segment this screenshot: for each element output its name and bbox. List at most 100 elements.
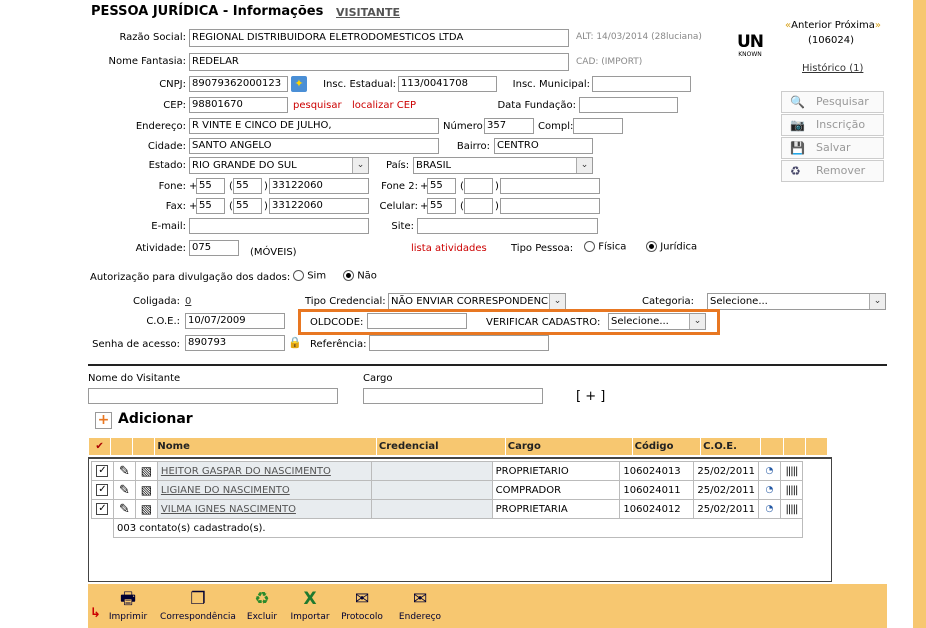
visitor-cargo-field[interactable] (363, 388, 543, 404)
history-link[interactable]: Histórico (1) (802, 63, 863, 74)
fone2-ddd-field[interactable] (464, 178, 493, 194)
next-link[interactable]: Próxima (835, 20, 875, 31)
contact-name-link[interactable]: LIGIANE DO NASCIMENTO (161, 485, 290, 496)
endereco-field[interactable]: R VINTE E CINCO DE JULHO, (189, 118, 439, 134)
barcode-icon[interactable]: ||||| (779, 461, 804, 481)
cel-number-field[interactable] (500, 198, 600, 214)
pencil-icon[interactable]: ✎ (112, 461, 136, 481)
row-nome[interactable]: HEITOR GASPAR DO NASCIMENTO (156, 461, 373, 481)
cnpj-field[interactable]: 89079362000123 (189, 76, 288, 92)
tipo-fisica-option[interactable]: Física (584, 241, 626, 253)
table-row[interactable]: ✓ ✎ ▧ LIGIANE DO NASCIMENTO COMPRADOR 10… (91, 480, 804, 500)
radio-juridica[interactable] (646, 241, 657, 252)
coe-field[interactable]: 10/07/2009 (185, 313, 285, 329)
autorizacao-sim-option[interactable]: Sim (293, 270, 326, 282)
endereco-button[interactable]: ✉ Endereço (396, 588, 444, 622)
checkbox-checked-icon[interactable]: ✓ (96, 503, 109, 515)
importar-button[interactable]: X Importar (288, 588, 332, 622)
pesquisar-button[interactable]: 🔍 Pesquisar (781, 91, 884, 113)
radio-fisica[interactable] (584, 241, 595, 252)
fone-ddi-field[interactable]: 55 (196, 178, 225, 194)
add-icon[interactable]: + (95, 412, 112, 429)
row-checkbox[interactable]: ✓ (91, 499, 114, 519)
visitor-tab-link[interactable]: VISITANTE (336, 6, 400, 19)
questionnaire-icon[interactable]: ◔ (757, 499, 781, 519)
barcode-icon[interactable]: ||||| (779, 499, 804, 519)
row-checkbox[interactable]: ✓ (91, 461, 114, 481)
atividade-field[interactable]: 075 (189, 240, 239, 256)
numero-field[interactable]: 357 (484, 118, 534, 134)
protocolo-button[interactable]: ✉ Protocolo (338, 588, 386, 622)
document-icon[interactable]: ▧ (134, 499, 158, 519)
insc-municipal-field[interactable] (592, 76, 691, 92)
salvar-button[interactable]: 💾 Salvar (781, 137, 884, 159)
radio-nao[interactable] (343, 270, 354, 281)
senha-field[interactable]: 890793 (185, 335, 285, 351)
correspondencia-button[interactable]: ❐ Correspondência (160, 588, 236, 622)
cep-search-link[interactable]: pesquisar (293, 100, 342, 111)
col-codigo[interactable]: Código (631, 437, 702, 456)
fone-ddd-field[interactable]: 55 (233, 178, 262, 194)
document-icon[interactable]: ▧ (134, 480, 158, 500)
site-field[interactable] (417, 218, 598, 234)
fone2-ddi-field[interactable]: 55 (427, 178, 456, 194)
autorizacao-nao-option[interactable]: Não (343, 270, 377, 282)
fax-number-field[interactable]: 33122060 (269, 198, 369, 214)
add-more-button[interactable]: [ + ] (576, 389, 605, 404)
questionnaire-icon[interactable]: ◔ (757, 461, 781, 481)
lista-atividades-link[interactable]: lista atividades (411, 243, 487, 254)
insc-estadual-field[interactable]: 113/0041708 (398, 76, 497, 92)
fax-ddi-field[interactable]: 55 (196, 198, 225, 214)
visitor-name-field[interactable] (88, 388, 338, 404)
table-row[interactable]: ✓ ✎ ▧ VILMA IGNES NASCIMENTO PROPRIETARI… (91, 499, 804, 519)
fone2-number-field[interactable] (500, 178, 600, 194)
pencil-icon[interactable]: ✎ (112, 499, 136, 519)
row-nome[interactable]: VILMA IGNES NASCIMENTO (156, 499, 373, 519)
razao-social-field[interactable]: REGIONAL DISTRIBUIDORA ELETRODOMESTICOS … (189, 29, 569, 47)
checkbox-checked-icon[interactable]: ✓ (96, 465, 109, 477)
pais-select[interactable]: BRASIL ⌄ (413, 157, 593, 174)
data-fundacao-field[interactable] (579, 97, 678, 113)
pencil-icon[interactable]: ✎ (112, 480, 136, 500)
cel-ddd-field[interactable] (464, 198, 493, 214)
verificar-cadastro-select[interactable]: Selecione... ⌄ (608, 313, 706, 330)
email-field[interactable] (189, 218, 369, 234)
nome-fantasia-field[interactable]: REDELAR (189, 53, 569, 71)
col-nome[interactable]: Nome (154, 437, 377, 456)
prev-link[interactable]: Anterior (791, 20, 831, 31)
checkbox-checked-icon[interactable]: ✓ (96, 484, 109, 496)
adicionar-button[interactable]: Adicionar (118, 411, 193, 427)
imprimir-button[interactable]: 🖶 Imprimir (106, 588, 150, 622)
row-checkbox[interactable]: ✓ (91, 480, 114, 500)
check-all-icon[interactable]: ✔ (87, 437, 112, 456)
referencia-field[interactable] (369, 335, 549, 351)
contact-name-link[interactable]: VILMA IGNES NASCIMENTO (161, 504, 296, 515)
fone-number-field[interactable]: 33122060 (269, 178, 369, 194)
table-row[interactable]: ✓ ✎ ▧ HEITOR GASPAR DO NASCIMENTO PROPRI… (91, 461, 804, 481)
cep-locate-link[interactable]: localizar CEP (352, 100, 416, 111)
oldcode-field[interactable] (367, 313, 467, 329)
tipo-credencial-select[interactable]: NÃO ENVIAR CORRESPONDENC ⌄ (388, 293, 566, 310)
bairro-field[interactable]: CENTRO (494, 138, 593, 154)
cep-field[interactable]: 98801670 (189, 97, 288, 113)
col-cargo[interactable]: Cargo (504, 437, 633, 456)
cnpj-lookup-icon[interactable]: ✦ (291, 76, 307, 92)
row-nome[interactable]: LIGIANE DO NASCIMENTO (156, 480, 373, 500)
excluir-button[interactable]: ♻ Excluir (244, 588, 280, 622)
cidade-field[interactable]: SANTO ANGELO (189, 138, 439, 154)
inscricao-button[interactable]: 📷 Inscrição (781, 114, 884, 136)
cel-ddi-field[interactable]: 55 (427, 198, 456, 214)
compl-field[interactable] (573, 118, 623, 134)
estado-select[interactable]: RIO GRANDE DO SUL ⌄ (189, 157, 369, 174)
contact-name-link[interactable]: HEITOR GASPAR DO NASCIMENTO (161, 466, 331, 477)
col-credencial[interactable]: Credencial (375, 437, 506, 456)
fax-ddd-field[interactable]: 55 (233, 198, 262, 214)
document-icon[interactable]: ▧ (134, 461, 158, 481)
questionnaire-icon[interactable]: ◔ (757, 480, 781, 500)
remover-button[interactable]: ♻ Remover (781, 160, 884, 182)
categoria-select[interactable]: Selecione... ⌄ (707, 293, 886, 310)
barcode-icon[interactable]: ||||| (779, 480, 804, 500)
coligada-link[interactable]: 0 (185, 296, 191, 307)
col-coe[interactable]: C.O.E. (700, 437, 762, 456)
tipo-juridica-option[interactable]: Jurídica (646, 241, 697, 253)
